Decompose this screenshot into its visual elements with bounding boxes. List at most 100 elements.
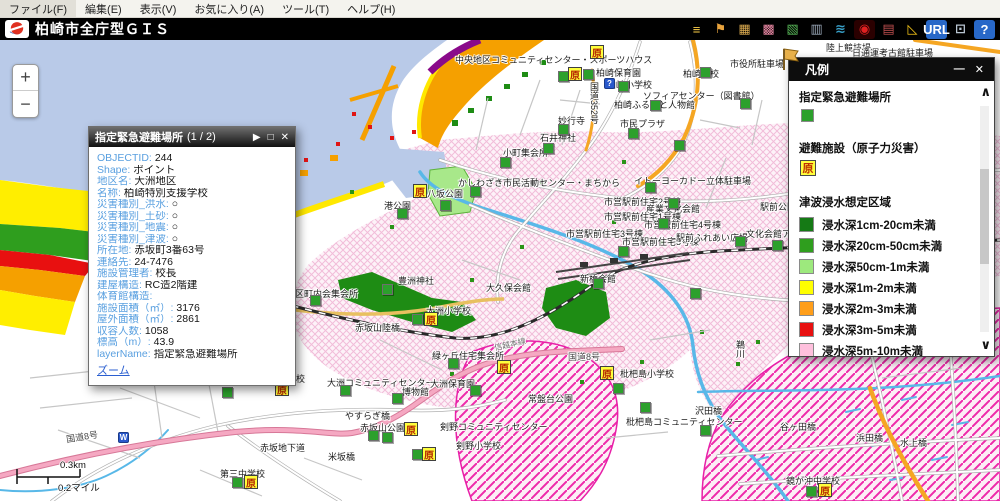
- shelter-marker[interactable]: [806, 486, 817, 497]
- shelter-marker[interactable]: [382, 284, 393, 295]
- map-search-icon[interactable]: ▩: [758, 20, 779, 39]
- popup-title-bar[interactable]: 指定緊急避難場所 (1 / 2) ▶ □ ✕: [89, 127, 295, 147]
- shelter-marker[interactable]: [500, 157, 511, 168]
- nuclear-shelter-marker[interactable]: 原: [422, 447, 436, 461]
- base-map-icon[interactable]: ▧: [782, 20, 803, 39]
- attribute-row: 施設面積（㎡）:3176: [97, 303, 287, 315]
- menu-view[interactable]: 表示(V): [131, 0, 186, 17]
- url-icon[interactable]: URL: [926, 20, 947, 39]
- attribute-name: 施設面積（㎡）:: [97, 303, 173, 314]
- popup-maximize-icon[interactable]: □: [268, 132, 274, 143]
- legend-scrollbar-thumb[interactable]: [980, 169, 989, 264]
- attribute-value: 校長: [155, 268, 176, 279]
- legend-swatch-nuclear: 原: [800, 160, 816, 176]
- legend-item: 浸水深20cm-50cm未満: [799, 235, 972, 256]
- nuclear-shelter-marker[interactable]: 原: [568, 67, 582, 81]
- legend-item-swatch: [799, 343, 814, 356]
- shelter-marker[interactable]: [613, 383, 624, 394]
- shelter-marker[interactable]: [222, 387, 233, 398]
- legend-close-icon[interactable]: ✕: [975, 63, 984, 76]
- shelter-marker[interactable]: [658, 218, 669, 229]
- menu-tools[interactable]: ツール(T): [273, 0, 338, 17]
- nuclear-shelter-marker[interactable]: 原: [818, 483, 832, 497]
- shelter-marker[interactable]: [448, 358, 459, 369]
- nuclear-shelter-marker[interactable]: 原: [244, 475, 258, 489]
- shelter-marker[interactable]: [772, 240, 783, 251]
- measure-icon[interactable]: ◺: [902, 20, 923, 39]
- info-badge-marker[interactable]: ?: [604, 78, 615, 89]
- map-canvas[interactable]: 中央地区コミュニティセンター・スポーツハウス陸上競技場市役所駐車場日通運考古館駐…: [0, 40, 1000, 501]
- shelter-marker[interactable]: [700, 425, 711, 436]
- shelter-marker[interactable]: [368, 430, 379, 441]
- shelter-marker[interactable]: [645, 182, 656, 193]
- attribute-name: OBJECTID:: [97, 153, 152, 164]
- nuclear-shelter-marker[interactable]: 原: [404, 422, 418, 436]
- shelter-marker[interactable]: [674, 140, 685, 151]
- nuclear-shelter-marker[interactable]: 原: [497, 360, 511, 374]
- attribute-name: 連絡先:: [97, 257, 131, 268]
- legend-item-label: 浸水深20cm-50cm未満: [822, 238, 942, 254]
- shelter-marker[interactable]: [397, 208, 408, 219]
- help-icon[interactable]: ?: [974, 20, 995, 39]
- nuclear-shelter-marker[interactable]: 原: [424, 312, 438, 326]
- record-icon[interactable]: ◉: [854, 20, 875, 39]
- zoom-out-button[interactable]: −: [13, 91, 38, 117]
- legend-scrollbar[interactable]: [980, 106, 989, 332]
- legend-item: 浸水深2m-3m未満: [799, 298, 972, 319]
- nuclear-shelter-marker[interactable]: 原: [600, 366, 614, 380]
- shelter-marker[interactable]: [618, 81, 629, 92]
- menu-file[interactable]: ファイル(F): [0, 0, 76, 17]
- shelter-marker[interactable]: [735, 236, 746, 247]
- shelter-marker[interactable]: [740, 98, 751, 109]
- attribute-name: 災害種別_津波:: [97, 234, 169, 245]
- layers-icon[interactable]: ≋: [830, 20, 851, 39]
- shelter-marker[interactable]: [412, 314, 423, 325]
- legend-scroll-down-icon[interactable]: ∨: [980, 339, 991, 351]
- shelter-marker[interactable]: [668, 198, 679, 209]
- menu-edit[interactable]: 編集(E): [76, 0, 131, 17]
- map-label: 赤坂山陸橋: [355, 321, 400, 334]
- shelter-marker[interactable]: [593, 278, 604, 289]
- legend-title-bar[interactable]: 凡例 — ✕: [789, 58, 994, 81]
- legend-list-icon[interactable]: ≡: [686, 20, 707, 39]
- attribute-name: 所在地:: [97, 245, 131, 256]
- shelter-marker[interactable]: [310, 295, 321, 306]
- menu-favorites[interactable]: お気に入り(A): [185, 0, 273, 17]
- address-book-icon[interactable]: ▤: [878, 20, 899, 39]
- shelter-marker[interactable]: [340, 385, 351, 396]
- menu-help[interactable]: ヘルプ(H): [338, 0, 404, 17]
- shelter-marker[interactable]: [628, 128, 639, 139]
- attribute-value: RC造2階建: [145, 280, 198, 291]
- shelter-marker[interactable]: [470, 186, 481, 197]
- shelter-marker[interactable]: [470, 385, 481, 396]
- legend-minimize-icon[interactable]: —: [954, 63, 965, 76]
- popup-next-icon[interactable]: ▶: [253, 132, 261, 143]
- attribute-name: 施設管理者:: [97, 268, 152, 279]
- shelter-marker[interactable]: [583, 69, 594, 80]
- shelter-marker[interactable]: [440, 200, 451, 211]
- nuclear-shelter-marker[interactable]: 原: [590, 45, 604, 59]
- building-search-icon[interactable]: ▥: [806, 20, 827, 39]
- shelter-marker[interactable]: [543, 143, 554, 154]
- map-label: 浜田橋: [856, 431, 883, 444]
- shelter-marker[interactable]: [382, 432, 393, 443]
- legend-scroll-up-icon[interactable]: ∧: [980, 86, 991, 98]
- flag-icon[interactable]: ⚑: [710, 20, 731, 39]
- shelter-marker[interactable]: [618, 246, 629, 257]
- attribute-row: 災害種別_洪水:○: [97, 199, 287, 211]
- shelter-marker[interactable]: [640, 402, 651, 413]
- popup-close-icon[interactable]: ✕: [281, 132, 289, 143]
- nuclear-shelter-marker[interactable]: 原: [413, 184, 427, 198]
- zoom-in-button[interactable]: +: [13, 65, 38, 91]
- tile-windows-icon[interactable]: ▦: [734, 20, 755, 39]
- info-badge-marker[interactable]: W: [118, 432, 129, 443]
- shelter-marker[interactable]: [690, 288, 701, 299]
- shelter-marker[interactable]: [650, 100, 661, 111]
- print-icon[interactable]: ⊡: [950, 20, 971, 39]
- shelter-marker[interactable]: [558, 124, 569, 135]
- zoom-to-feature-link[interactable]: ズーム: [97, 366, 130, 378]
- map-label: 大洲保育園: [430, 377, 475, 390]
- shelter-marker[interactable]: [700, 67, 711, 78]
- shelter-marker[interactable]: [392, 393, 403, 404]
- shelter-marker[interactable]: [232, 477, 243, 488]
